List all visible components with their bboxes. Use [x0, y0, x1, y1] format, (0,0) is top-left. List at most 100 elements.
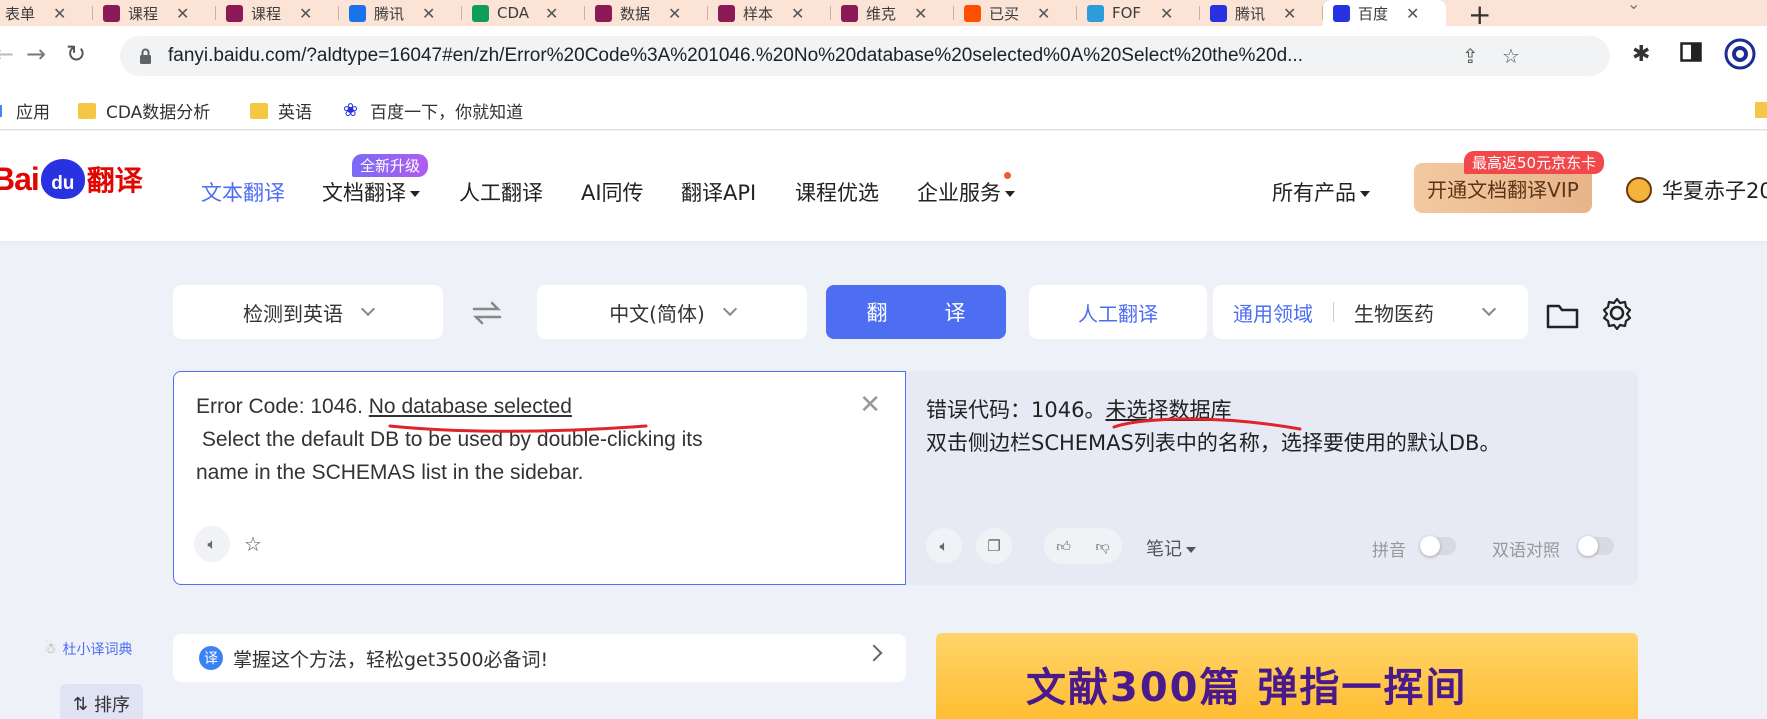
clear-icon[interactable]: ✕ — [859, 390, 881, 420]
bookmark-cda[interactable]: CDA数据分析 — [78, 98, 210, 123]
tab-close-icon[interactable]: ✕ — [1037, 4, 1050, 23]
vote-group: 👍︎ 👎︎ — [1044, 528, 1122, 564]
promo-banner[interactable]: 文献300篇 弹指一挥间 — [936, 633, 1638, 719]
extensions-icon[interactable]: ✱ — [1632, 42, 1650, 67]
nav-ai-interpret[interactable]: AI同传 — [581, 177, 644, 207]
tab-strip: 表单 ✕ 课程 ✕ 课程 ✕ 腾讯 ✕ CDA ✕ 数据 ✕ 样本 ✕ 维克 ✕ 已买 ✕ FOF ✕ 腾讯 ✕ 百度 ✕ — [0, 0, 1767, 26]
browser-tab[interactable]: 百度 ✕ — [1323, 0, 1446, 26]
speaker-icon[interactable]: 🔈︎ — [194, 526, 230, 562]
tip-banner[interactable]: 译 掌握这个方法，轻松get3500必备词! — [173, 634, 906, 682]
folder-icon[interactable] — [1546, 300, 1580, 330]
browser-tab[interactable]: 课程 ✕ — [93, 0, 216, 26]
dictionary-link[interactable]: ☃ 杜小译词典 — [44, 639, 133, 659]
translate-button[interactable]: 翻 译 — [826, 285, 1006, 339]
copy-icon[interactable]: ❐ — [976, 528, 1012, 564]
browser-tab[interactable]: 表单 ✕ — [0, 0, 93, 26]
tab-favicon-icon — [349, 4, 366, 22]
tab-search-icon[interactable]: ⌄ — [1627, 0, 1640, 13]
domain-general[interactable]: 通用领域 — [1233, 298, 1313, 327]
nav-courses[interactable]: 课程优选 — [795, 177, 879, 207]
bookmark-english[interactable]: 英语 — [250, 98, 312, 123]
tab-close-icon[interactable]: ✕ — [1160, 4, 1173, 23]
caret-down-icon — [1005, 191, 1015, 197]
profile-avatar[interactable] — [1724, 38, 1756, 74]
browser-tab[interactable]: CDA ✕ — [462, 0, 585, 26]
tab-title: FOF — [1112, 4, 1142, 22]
source-textarea[interactable]: Error Code: 1046. No database selected S… — [196, 390, 836, 489]
source-text: Error Code: 1046. — [196, 395, 369, 418]
browser-toolbar: ← → ↻ fanyi.baidu.com/?aldtype=16047#en/… — [0, 26, 1767, 90]
sort-button[interactable]: ⇅ 排序 — [60, 684, 143, 719]
banner-text: 文献300篇 弹指一挥间 — [1026, 665, 1468, 711]
bookmark-label: CDA数据分析 — [106, 103, 211, 123]
browser-tab[interactable]: 维克 ✕ — [831, 0, 954, 26]
folder-icon[interactable] — [1755, 102, 1767, 118]
tab-close-icon[interactable]: ✕ — [1406, 4, 1419, 23]
source-text-panel[interactable]: Error Code: 1046. No database selected S… — [173, 371, 906, 585]
speaker-icon[interactable]: 🔈︎ — [926, 528, 962, 564]
browser-tab[interactable]: 已买 ✕ — [954, 0, 1077, 26]
tab-close-icon[interactable]: ✕ — [299, 4, 312, 23]
nav-human-translate[interactable]: 人工翻译 — [459, 177, 543, 207]
swap-languages-icon[interactable] — [470, 298, 504, 328]
tab-close-icon[interactable]: ✕ — [914, 4, 927, 23]
mascot-icon: ☃ — [44, 641, 57, 657]
settings-gear-icon[interactable] — [1600, 296, 1634, 330]
pinyin-label: 拼音 — [1372, 541, 1406, 561]
browser-tab[interactable]: 腾讯 ✕ — [1200, 0, 1323, 26]
human-translate-button[interactable]: 人工翻译 — [1029, 285, 1207, 339]
bookmark-apps[interactable]: 应用 — [0, 98, 50, 123]
nav-label: 文档翻译 — [322, 181, 406, 205]
pinyin-toggle[interactable] — [1420, 536, 1456, 556]
user-menu[interactable]: 华夏赤子20 — [1626, 175, 1767, 205]
domain-select[interactable]: 通用领域 生物医药 — [1213, 285, 1528, 339]
browser-tab[interactable]: 样本 ✕ — [708, 0, 831, 26]
thumbs-up-icon[interactable]: 👍︎ — [1056, 538, 1071, 555]
source-language-select[interactable]: 检测到英语 — [173, 285, 443, 339]
target-language-select[interactable]: 中文(简体) — [537, 285, 807, 339]
tab-favicon-icon — [841, 4, 858, 22]
side-panel-icon[interactable] — [1680, 42, 1702, 66]
browser-tab[interactable]: 课程 ✕ — [216, 0, 339, 26]
browser-tab[interactable]: FOF ✕ — [1077, 0, 1200, 26]
url-text[interactable]: fanyi.baidu.com/?aldtype=16047#en/zh/Err… — [168, 45, 1528, 67]
all-products-menu[interactable]: 所有产品 — [1272, 177, 1370, 207]
nav-text-translate[interactable]: 文本翻译 — [201, 177, 285, 207]
nav-doc-translate[interactable]: 文档翻译 — [322, 177, 420, 207]
tab-close-icon[interactable]: ✕ — [668, 4, 681, 23]
browser-tab[interactable]: 数据 ✕ — [585, 0, 708, 26]
notes-menu[interactable]: 笔记 — [1146, 535, 1196, 561]
notification-dot — [1004, 172, 1011, 179]
tab-favicon-icon — [472, 4, 489, 22]
thumbs-down-icon[interactable]: 👎︎ — [1095, 538, 1109, 555]
browser-tab[interactable]: 腾讯 ✕ — [339, 0, 462, 26]
chevron-down-icon — [1481, 301, 1497, 317]
back-icon[interactable]: ← — [0, 40, 14, 68]
forward-icon[interactable]: → — [26, 40, 46, 68]
tab-close-icon[interactable]: ✕ — [545, 4, 558, 23]
bookmark-star-icon[interactable]: ☆ — [1502, 44, 1520, 68]
tab-close-icon[interactable]: ✕ — [791, 4, 804, 23]
tab-favicon-icon — [718, 4, 735, 22]
tab-favicon-icon — [964, 4, 981, 22]
red-underline-annotation — [1112, 417, 1302, 431]
reload-icon[interactable]: ↻ — [66, 40, 86, 68]
baidu-fanyi-logo[interactable]: Bai du 翻译 — [0, 159, 143, 199]
notes-label: 笔记 — [1146, 539, 1182, 560]
bilingual-toggle[interactable] — [1578, 536, 1614, 556]
tab-close-icon[interactable]: ✕ — [1283, 4, 1296, 23]
nav-enterprise[interactable]: 企业服务 — [917, 177, 1015, 207]
caret-down-icon — [410, 191, 420, 197]
share-icon[interactable]: ⇪ — [1462, 44, 1479, 68]
address-bar[interactable]: fanyi.baidu.com/?aldtype=16047#en/zh/Err… — [120, 36, 1610, 76]
bookmark-baidu[interactable]: ❀ 百度一下，你就知道 — [343, 98, 523, 123]
tab-close-icon[interactable]: ✕ — [176, 4, 189, 23]
nav-translate-api[interactable]: 翻译API — [681, 177, 756, 207]
tab-favicon-icon — [1210, 4, 1227, 22]
lock-icon[interactable] — [136, 48, 154, 64]
favorite-star-icon[interactable]: ☆ — [244, 532, 262, 556]
bookmark-label: 百度一下，你就知道 — [370, 103, 524, 123]
tab-close-icon[interactable]: ✕ — [422, 4, 435, 23]
paw-icon: du — [40, 159, 85, 199]
tab-close-icon[interactable]: ✕ — [53, 4, 66, 23]
